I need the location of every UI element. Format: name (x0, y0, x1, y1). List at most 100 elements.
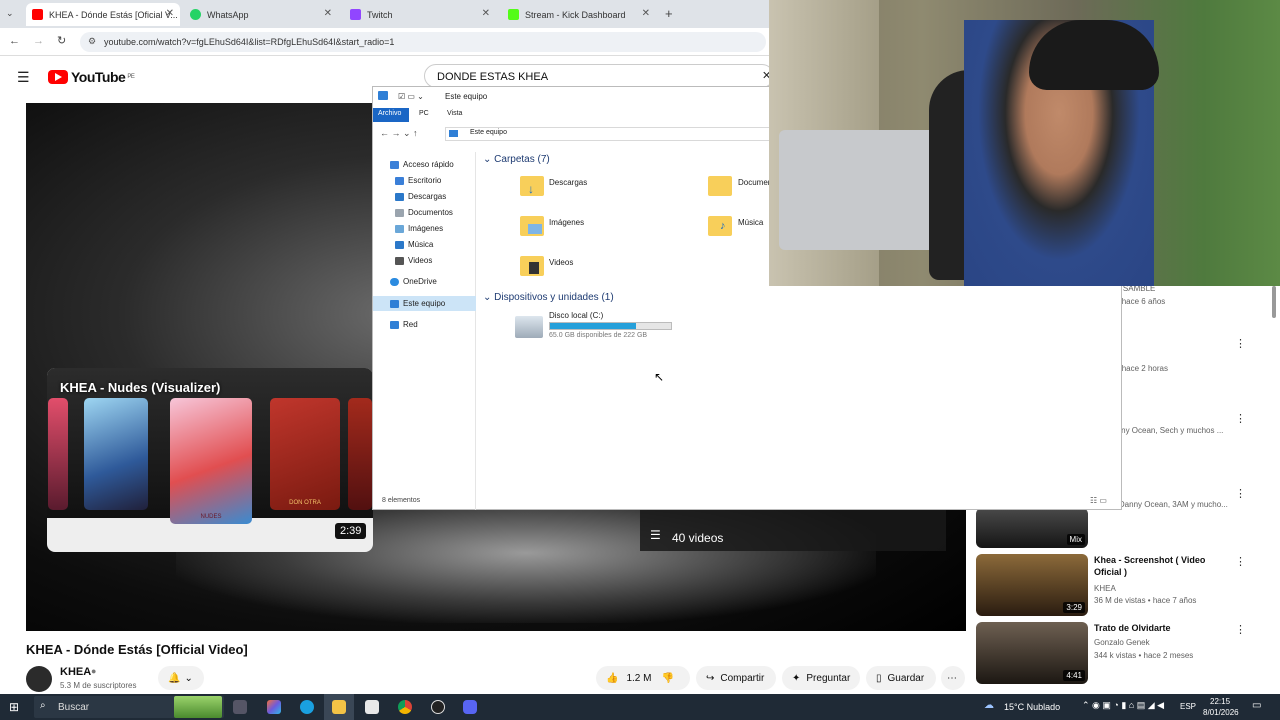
ribbon-view-tab[interactable]: Vista (447, 110, 462, 117)
channel-name[interactable]: KHEA (60, 666, 91, 678)
explorer-address-bar[interactable]: Este equipo (445, 127, 770, 141)
clock-date[interactable]: 8/01/2026 (1203, 708, 1239, 717)
nav-arrows-icon[interactable]: ← → ⌄ ↑ (380, 128, 418, 139)
playlist-count: 40 videos (672, 531, 724, 545)
menu-icon[interactable]: ☰ (17, 69, 30, 86)
more-options-icon[interactable]: ⋮ (1235, 555, 1246, 568)
folder-icon[interactable] (708, 176, 732, 196)
folder-label[interactable]: Documentos (738, 178, 770, 187)
tab-youtube[interactable]: KHEA - Dónde Estás [Oficial V... ✕ (26, 3, 180, 26)
calculator-icon[interactable] (365, 700, 379, 714)
more-options-icon[interactable]: ⋮ (1235, 487, 1246, 500)
notification-bell-button[interactable]: 🔔 ⌄ (158, 666, 204, 690)
language-indicator[interactable]: ESP (1180, 702, 1196, 711)
nav-quick-access[interactable]: Acceso rápido (390, 160, 454, 169)
obs-icon[interactable] (431, 700, 445, 714)
nav-onedrive[interactable]: OneDrive (390, 277, 437, 286)
address-bar[interactable]: ⚙ youtube.com/watch?v=fgLEhuSd64I&list=R… (80, 32, 766, 52)
file-explorer-icon[interactable] (332, 700, 346, 714)
quick-access-toolbar-icon[interactable]: ☑ ▭ ⌄ (398, 92, 424, 101)
thumbs-down-icon[interactable]: 👎 (661, 673, 673, 684)
download-arrow-icon: ↓ (528, 182, 534, 196)
more-options-icon[interactable]: ⋮ (1235, 412, 1246, 425)
search-input[interactable]: DONDE ESTAS KHEA (424, 64, 774, 88)
rec-thumbnail[interactable]: 3:29 (976, 554, 1088, 616)
card-image: NUDES (170, 398, 252, 524)
site-info-icon[interactable]: ⚙ (88, 36, 96, 47)
close-tab-icon[interactable]: ✕ (166, 8, 174, 19)
new-tab-button[interactable]: + (665, 6, 673, 21)
back-icon[interactable]: ← (9, 35, 20, 47)
close-tab-icon[interactable]: ✕ (324, 8, 332, 19)
notification-icon[interactable]: ▭ (1252, 700, 1261, 711)
folder-label[interactable]: Descargas (549, 178, 587, 187)
tab-list-chevron-icon[interactable]: ⌄ (6, 8, 14, 19)
more-actions-button[interactable]: ⋯ (941, 666, 965, 690)
duration-badge: 2:39 (335, 523, 367, 539)
mouse-cursor-icon: ↖ (654, 370, 665, 384)
tab-kick[interactable]: Stream - Kick Dashboard ✕ (502, 3, 656, 26)
avatar[interactable] (26, 666, 52, 692)
nav-label: Videos (408, 256, 433, 265)
taskbar-search[interactable]: ⌕ Buscar (34, 696, 224, 718)
webcam-overlay (769, 0, 1280, 286)
devices-section-header[interactable]: ⌄ Dispositivos y unidades (1) (483, 292, 614, 303)
folder-icon[interactable] (520, 256, 544, 276)
more-options-icon[interactable]: ⋮ (1235, 623, 1246, 636)
nav-this-pc[interactable]: Este equipo (390, 299, 445, 308)
playlist-bar[interactable]: ☰ 40 videos (640, 510, 946, 551)
nav-downloads[interactable]: Descargas (395, 192, 446, 201)
duration-badge: 3:29 (1063, 602, 1085, 613)
scrollbar-thumb[interactable] (1272, 286, 1276, 318)
folder-icon[interactable]: ↓ (520, 176, 544, 196)
rec-title[interactable]: Khea - Screenshot ( Video Oficial ) (1094, 554, 1234, 578)
drive-name[interactable]: Disco local (C:) (549, 311, 603, 320)
folder-label[interactable]: Videos (549, 258, 573, 267)
weather-text[interactable]: 15°C Nublado (1004, 702, 1060, 712)
tray-icons[interactable]: ⌃ ◉ ▣ ◔ ▮ ⌂ ▤ ◢ ◀ (1082, 700, 1164, 711)
navigation-pane (372, 152, 476, 510)
folder-icon[interactable] (520, 216, 544, 236)
youtube-logo[interactable]: YouTube PE (48, 69, 135, 85)
nav-network[interactable]: Red (390, 320, 418, 329)
copilot-icon[interactable] (267, 700, 281, 714)
clock-time[interactable]: 22:15 (1210, 697, 1230, 706)
ribbon-file-tab[interactable]: Archivo (373, 108, 409, 122)
chrome-icon[interactable] (398, 700, 412, 714)
folder-icon[interactable]: ♪ (708, 216, 732, 236)
like-dislike-group[interactable]: 👍 1.2 M 👎 (596, 666, 690, 690)
folder-label[interactable]: Imágenes (549, 218, 584, 227)
close-tab-icon[interactable]: ✕ (482, 8, 490, 19)
folder-label[interactable]: Música (738, 218, 763, 227)
discord-icon[interactable] (463, 700, 477, 714)
search-label: Buscar (58, 702, 90, 713)
bell-icon: 🔔 (168, 672, 181, 684)
rec-title[interactable]: Trato de Olvidarte (1094, 622, 1234, 634)
nav-documents[interactable]: Documentos (395, 208, 453, 217)
nav-label: Este equipo (403, 299, 446, 308)
nav-videos[interactable]: Videos (395, 256, 432, 265)
nav-desktop[interactable]: Escritorio (395, 176, 441, 185)
ask-button[interactable]: ✦ Preguntar (782, 666, 860, 690)
forward-icon[interactable]: → (33, 35, 44, 47)
ribbon-pc-tab[interactable]: PC (419, 110, 429, 117)
reload-icon[interactable]: ↻ (57, 34, 66, 47)
task-view-icon[interactable] (233, 700, 247, 714)
more-options-icon[interactable]: ⋮ (1235, 337, 1246, 350)
folders-section-header[interactable]: ⌄ Carpetas (7) (483, 154, 550, 165)
view-toggle-icon[interactable]: ☷ ▭ (1090, 496, 1107, 505)
close-tab-icon[interactable]: ✕ (642, 8, 650, 19)
tab-twitch[interactable]: Twitch ✕ (344, 3, 496, 26)
save-button[interactable]: ▯ Guardar (866, 666, 936, 690)
rec-thumbnail[interactable]: Mix (976, 508, 1088, 548)
nav-pictures[interactable]: Imágenes (395, 224, 443, 233)
hard-drive-icon[interactable] (515, 316, 543, 338)
tab-whatsapp[interactable]: WhatsApp ✕ (184, 3, 338, 26)
edge-icon[interactable] (300, 700, 314, 714)
share-button[interactable]: ↪ Compartir (696, 666, 776, 690)
image-icon (528, 224, 542, 234)
rec-meta: 344 k vistas • hace 2 meses (1094, 651, 1194, 660)
nav-music[interactable]: Música (395, 240, 433, 249)
rec-thumbnail[interactable]: 4:41 (976, 622, 1088, 684)
start-icon[interactable]: ⊞ (9, 700, 19, 714)
